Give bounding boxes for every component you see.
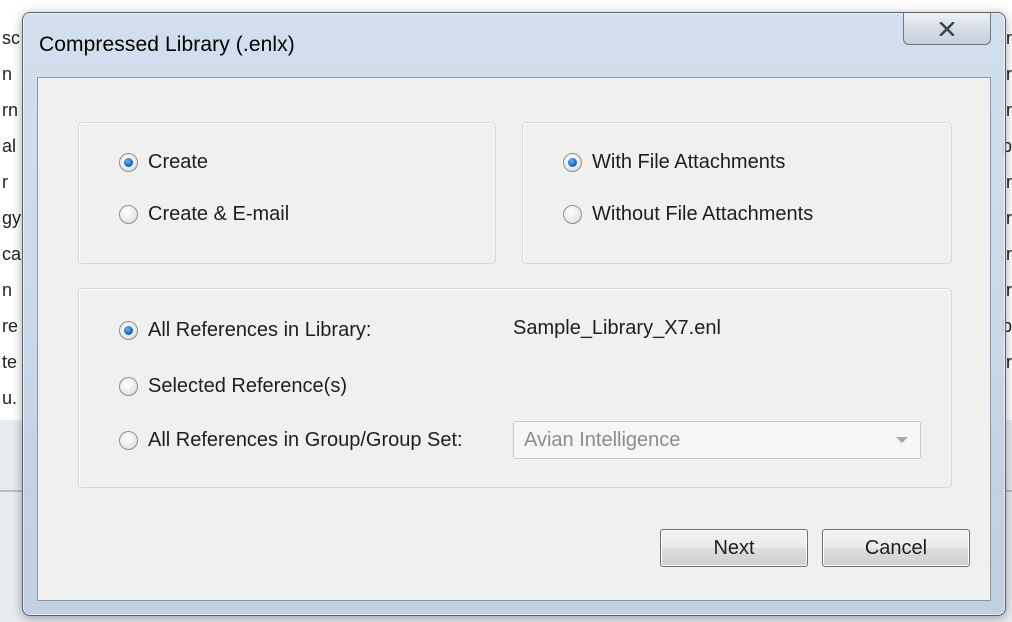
radio-selected-references[interactable]: Selected Reference(s) bbox=[119, 375, 347, 398]
close-icon bbox=[939, 21, 955, 36]
dialog-title: Compressed Library (.enlx) bbox=[39, 33, 295, 56]
radio-all-references-in-library[interactable]: All References in Library: bbox=[119, 319, 371, 342]
dialog-client-area: Create Create & E-mail With File Attachm… bbox=[37, 77, 991, 601]
radio-selected-dot bbox=[568, 158, 577, 167]
radio-all-references-in-group[interactable]: All References in Group/Group Set: bbox=[119, 429, 463, 452]
radio-create-and-email[interactable]: Create & E-mail bbox=[119, 203, 289, 226]
radio-selected-dot bbox=[124, 326, 133, 335]
dialog-titlebar[interactable]: Compressed Library (.enlx) bbox=[23, 13, 1005, 73]
chevron-down-icon bbox=[896, 437, 908, 443]
radio-label: Create bbox=[148, 151, 209, 173]
create-options-group: Create Create & E-mail bbox=[78, 122, 496, 264]
compressed-library-dialog: Compressed Library (.enlx) Create Create… bbox=[22, 12, 1006, 616]
radio-label: All References in Group/Group Set: bbox=[148, 429, 463, 451]
radio-button[interactable] bbox=[563, 205, 582, 224]
close-button[interactable] bbox=[903, 13, 991, 45]
radio-button-selected[interactable] bbox=[119, 321, 138, 340]
library-file-name: Sample_Library_X7.enl bbox=[513, 317, 721, 339]
group-set-dropdown[interactable]: Avian Intelligence bbox=[513, 421, 921, 459]
radio-button-selected[interactable] bbox=[119, 153, 138, 172]
radio-label: Without File Attachments bbox=[592, 203, 814, 225]
attachments-options-group: With File Attachments Without File Attac… bbox=[522, 122, 952, 264]
radio-label: With File Attachments bbox=[592, 151, 786, 173]
radio-label: Selected Reference(s) bbox=[148, 375, 347, 397]
radio-selected-dot bbox=[124, 158, 133, 167]
radio-with-file-attachments[interactable]: With File Attachments bbox=[563, 151, 785, 174]
radio-button[interactable] bbox=[119, 205, 138, 224]
radio-label: All References in Library: bbox=[148, 319, 372, 341]
radio-create[interactable]: Create bbox=[119, 151, 208, 174]
references-options-group: All References in Library: Sample_Librar… bbox=[78, 288, 952, 488]
radio-label: Create & E-mail bbox=[148, 203, 290, 225]
cancel-button[interactable]: Cancel bbox=[822, 529, 970, 567]
radio-without-file-attachments[interactable]: Without File Attachments bbox=[563, 203, 813, 226]
radio-button-selected[interactable] bbox=[563, 153, 582, 172]
radio-button[interactable] bbox=[119, 377, 138, 396]
dropdown-value: Avian Intelligence bbox=[524, 428, 681, 451]
radio-button[interactable] bbox=[119, 431, 138, 450]
next-button[interactable]: Next bbox=[660, 529, 808, 567]
